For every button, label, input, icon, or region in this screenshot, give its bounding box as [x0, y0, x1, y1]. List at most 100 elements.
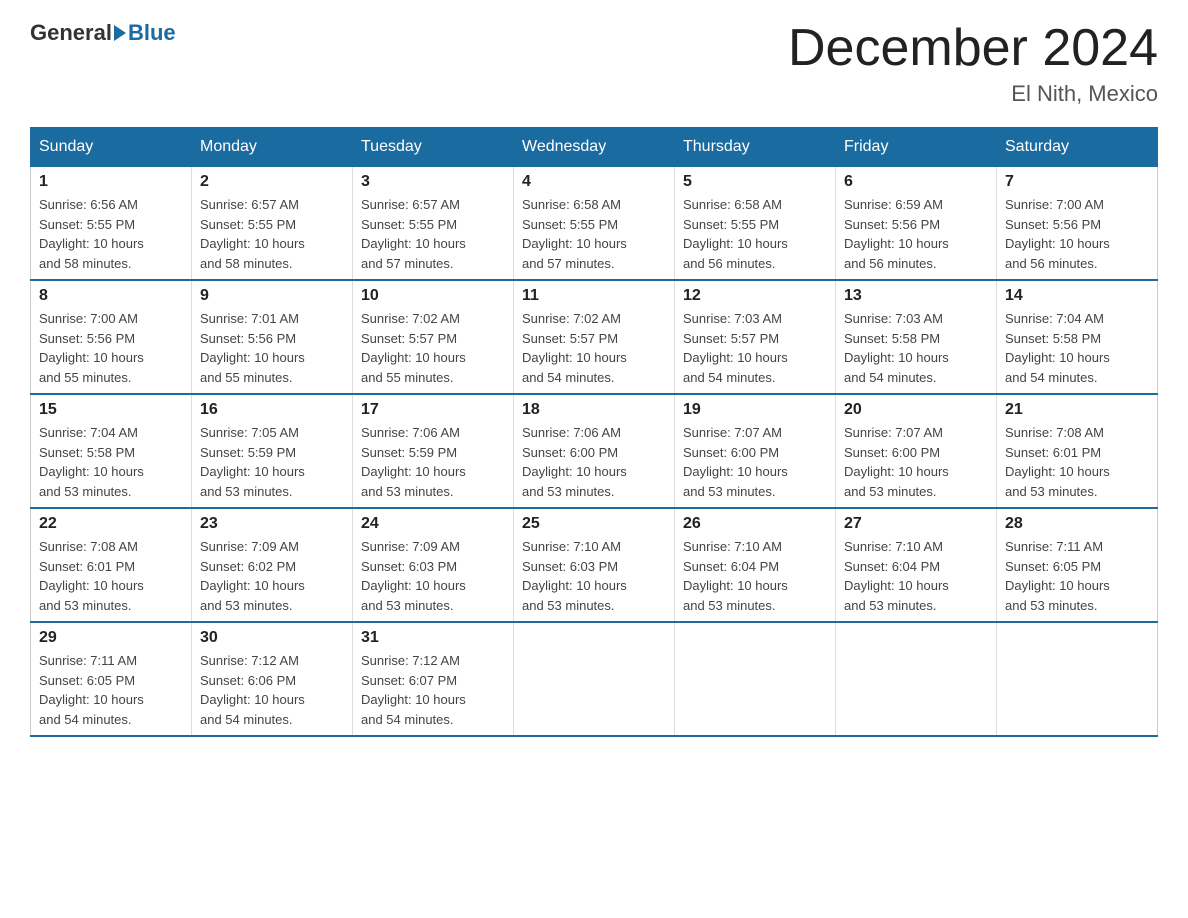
table-row: 16 Sunrise: 7:05 AM Sunset: 5:59 PM Dayl… [192, 394, 353, 508]
day-info: Sunrise: 7:03 AM Sunset: 5:58 PM Dayligh… [844, 309, 988, 387]
day-info: Sunrise: 7:09 AM Sunset: 6:03 PM Dayligh… [361, 537, 505, 615]
day-info: Sunrise: 7:10 AM Sunset: 6:04 PM Dayligh… [844, 537, 988, 615]
day-number: 20 [844, 401, 988, 419]
table-row: 17 Sunrise: 7:06 AM Sunset: 5:59 PM Dayl… [353, 394, 514, 508]
calendar-week-row: 1 Sunrise: 6:56 AM Sunset: 5:55 PM Dayli… [31, 167, 1158, 281]
calendar-table: Sunday Monday Tuesday Wednesday Thursday… [30, 127, 1158, 737]
day-info: Sunrise: 7:03 AM Sunset: 5:57 PM Dayligh… [683, 309, 827, 387]
day-number: 25 [522, 515, 666, 533]
day-info: Sunrise: 7:10 AM Sunset: 6:04 PM Dayligh… [683, 537, 827, 615]
calendar-week-row: 22 Sunrise: 7:08 AM Sunset: 6:01 PM Dayl… [31, 508, 1158, 622]
table-row: 12 Sunrise: 7:03 AM Sunset: 5:57 PM Dayl… [675, 280, 836, 394]
day-info: Sunrise: 6:57 AM Sunset: 5:55 PM Dayligh… [200, 195, 344, 273]
col-friday: Friday [836, 128, 997, 167]
calendar-week-row: 29 Sunrise: 7:11 AM Sunset: 6:05 PM Dayl… [31, 622, 1158, 736]
day-number: 1 [39, 173, 183, 191]
day-info: Sunrise: 7:00 AM Sunset: 5:56 PM Dayligh… [1005, 195, 1149, 273]
day-info: Sunrise: 7:12 AM Sunset: 6:07 PM Dayligh… [361, 651, 505, 729]
table-row: 24 Sunrise: 7:09 AM Sunset: 6:03 PM Dayl… [353, 508, 514, 622]
table-row: 5 Sunrise: 6:58 AM Sunset: 5:55 PM Dayli… [675, 167, 836, 281]
day-info: Sunrise: 7:06 AM Sunset: 5:59 PM Dayligh… [361, 423, 505, 501]
table-row: 11 Sunrise: 7:02 AM Sunset: 5:57 PM Dayl… [514, 280, 675, 394]
day-number: 27 [844, 515, 988, 533]
day-info: Sunrise: 7:12 AM Sunset: 6:06 PM Dayligh… [200, 651, 344, 729]
page-subtitle: El Nith, Mexico [788, 81, 1158, 107]
table-row: 26 Sunrise: 7:10 AM Sunset: 6:04 PM Dayl… [675, 508, 836, 622]
day-info: Sunrise: 7:05 AM Sunset: 5:59 PM Dayligh… [200, 423, 344, 501]
day-number: 5 [683, 173, 827, 191]
table-row: 27 Sunrise: 7:10 AM Sunset: 6:04 PM Dayl… [836, 508, 997, 622]
col-tuesday: Tuesday [353, 128, 514, 167]
day-number: 22 [39, 515, 183, 533]
table-row: 15 Sunrise: 7:04 AM Sunset: 5:58 PM Dayl… [31, 394, 192, 508]
day-info: Sunrise: 6:58 AM Sunset: 5:55 PM Dayligh… [683, 195, 827, 273]
logo-text: General Blue [30, 20, 176, 46]
day-number: 30 [200, 629, 344, 647]
col-wednesday: Wednesday [514, 128, 675, 167]
day-number: 9 [200, 287, 344, 305]
table-row: 1 Sunrise: 6:56 AM Sunset: 5:55 PM Dayli… [31, 167, 192, 281]
day-number: 13 [844, 287, 988, 305]
table-row: 23 Sunrise: 7:09 AM Sunset: 6:02 PM Dayl… [192, 508, 353, 622]
table-row [514, 622, 675, 736]
day-number: 15 [39, 401, 183, 419]
table-row: 22 Sunrise: 7:08 AM Sunset: 6:01 PM Dayl… [31, 508, 192, 622]
day-info: Sunrise: 7:08 AM Sunset: 6:01 PM Dayligh… [39, 537, 183, 615]
table-row: 3 Sunrise: 6:57 AM Sunset: 5:55 PM Dayli… [353, 167, 514, 281]
table-row: 10 Sunrise: 7:02 AM Sunset: 5:57 PM Dayl… [353, 280, 514, 394]
day-number: 24 [361, 515, 505, 533]
day-number: 11 [522, 287, 666, 305]
calendar-week-row: 8 Sunrise: 7:00 AM Sunset: 5:56 PM Dayli… [31, 280, 1158, 394]
table-row: 14 Sunrise: 7:04 AM Sunset: 5:58 PM Dayl… [997, 280, 1158, 394]
col-sunday: Sunday [31, 128, 192, 167]
table-row [836, 622, 997, 736]
table-row: 13 Sunrise: 7:03 AM Sunset: 5:58 PM Dayl… [836, 280, 997, 394]
table-row: 4 Sunrise: 6:58 AM Sunset: 5:55 PM Dayli… [514, 167, 675, 281]
table-row: 31 Sunrise: 7:12 AM Sunset: 6:07 PM Dayl… [353, 622, 514, 736]
table-row: 25 Sunrise: 7:10 AM Sunset: 6:03 PM Dayl… [514, 508, 675, 622]
logo: General Blue [30, 20, 176, 46]
logo-blue-text: Blue [128, 20, 176, 46]
day-info: Sunrise: 7:01 AM Sunset: 5:56 PM Dayligh… [200, 309, 344, 387]
day-number: 10 [361, 287, 505, 305]
table-row: 20 Sunrise: 7:07 AM Sunset: 6:00 PM Dayl… [836, 394, 997, 508]
table-row: 28 Sunrise: 7:11 AM Sunset: 6:05 PM Dayl… [997, 508, 1158, 622]
day-info: Sunrise: 7:02 AM Sunset: 5:57 PM Dayligh… [522, 309, 666, 387]
table-row: 6 Sunrise: 6:59 AM Sunset: 5:56 PM Dayli… [836, 167, 997, 281]
table-row: 29 Sunrise: 7:11 AM Sunset: 6:05 PM Dayl… [31, 622, 192, 736]
calendar-header-row: Sunday Monday Tuesday Wednesday Thursday… [31, 128, 1158, 167]
day-number: 29 [39, 629, 183, 647]
day-info: Sunrise: 7:08 AM Sunset: 6:01 PM Dayligh… [1005, 423, 1149, 501]
day-number: 7 [1005, 173, 1149, 191]
day-info: Sunrise: 7:10 AM Sunset: 6:03 PM Dayligh… [522, 537, 666, 615]
day-number: 16 [200, 401, 344, 419]
day-number: 3 [361, 173, 505, 191]
day-number: 18 [522, 401, 666, 419]
day-info: Sunrise: 7:06 AM Sunset: 6:00 PM Dayligh… [522, 423, 666, 501]
day-number: 23 [200, 515, 344, 533]
day-info: Sunrise: 7:00 AM Sunset: 5:56 PM Dayligh… [39, 309, 183, 387]
page-header: General Blue December 2024 El Nith, Mexi… [30, 20, 1158, 107]
logo-arrow-icon [114, 25, 126, 41]
day-info: Sunrise: 6:57 AM Sunset: 5:55 PM Dayligh… [361, 195, 505, 273]
page-title: December 2024 [788, 20, 1158, 77]
day-info: Sunrise: 7:11 AM Sunset: 6:05 PM Dayligh… [1005, 537, 1149, 615]
day-info: Sunrise: 6:58 AM Sunset: 5:55 PM Dayligh… [522, 195, 666, 273]
day-number: 8 [39, 287, 183, 305]
day-info: Sunrise: 7:07 AM Sunset: 6:00 PM Dayligh… [683, 423, 827, 501]
title-block: December 2024 El Nith, Mexico [788, 20, 1158, 107]
day-number: 14 [1005, 287, 1149, 305]
day-number: 26 [683, 515, 827, 533]
day-number: 6 [844, 173, 988, 191]
day-info: Sunrise: 6:56 AM Sunset: 5:55 PM Dayligh… [39, 195, 183, 273]
day-number: 19 [683, 401, 827, 419]
day-number: 17 [361, 401, 505, 419]
col-thursday: Thursday [675, 128, 836, 167]
day-number: 28 [1005, 515, 1149, 533]
day-info: Sunrise: 7:04 AM Sunset: 5:58 PM Dayligh… [1005, 309, 1149, 387]
day-info: Sunrise: 7:11 AM Sunset: 6:05 PM Dayligh… [39, 651, 183, 729]
day-number: 12 [683, 287, 827, 305]
day-info: Sunrise: 7:02 AM Sunset: 5:57 PM Dayligh… [361, 309, 505, 387]
table-row: 8 Sunrise: 7:00 AM Sunset: 5:56 PM Dayli… [31, 280, 192, 394]
day-info: Sunrise: 6:59 AM Sunset: 5:56 PM Dayligh… [844, 195, 988, 273]
